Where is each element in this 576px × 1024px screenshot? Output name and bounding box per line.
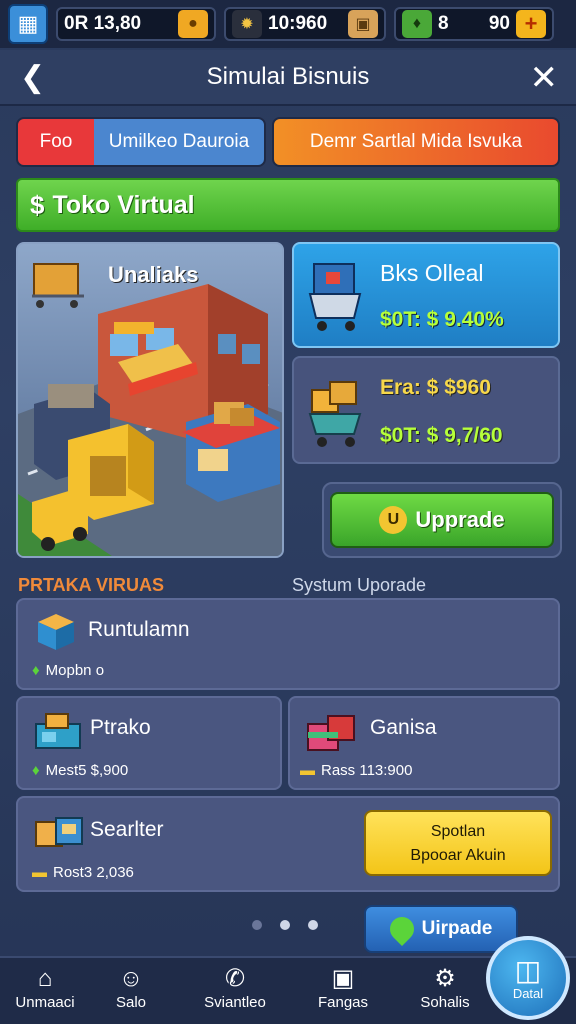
upgrade-secondary-label: Uirpade <box>421 918 493 939</box>
gear-coin-icon: ✹ <box>232 10 262 38</box>
tab-demr-label: Demr Sartlal Mida Isvuka <box>309 131 523 152</box>
data-fab-button[interactable]: ◫ Datal <box>486 936 570 1020</box>
gold-bag-icon: ● <box>178 10 208 38</box>
product-card-slate[interactable]: Era: $ $960 $0T: $ 9,7/60 <box>292 356 560 464</box>
store-banner: $ Toko Virtual <box>16 178 560 232</box>
page-dot[interactable] <box>308 920 318 930</box>
package-icon: ▣ <box>331 965 355 992</box>
row2-title: Ptrako <box>90 716 151 739</box>
upgrade-coin-icon: U <box>379 506 408 534</box>
product-card-blue[interactable]: Bks Olleal $0T: $ 9.40% <box>292 242 560 348</box>
nav-sohalis-label: Sohalis <box>420 994 470 1011</box>
crate-icon: ▣ <box>348 10 378 38</box>
map-pin-icon <box>384 912 419 946</box>
upgrade-secondary-button[interactable]: Uirpade <box>364 905 518 953</box>
row2-sub-text: Mest5 $,900 <box>45 762 129 779</box>
screen-header: ❮ Simulai Bisnuis ✕ <box>0 50 576 106</box>
tab-demr[interactable]: Demr Sartlal Mida Isvuka <box>272 117 560 167</box>
section-right-title: Systum Uporade <box>292 575 427 595</box>
store-title: Toko Virtual <box>52 190 195 219</box>
phone-icon: ✆ <box>224 965 246 992</box>
cash-icon: ♦ <box>402 10 432 38</box>
fab-label: Datal <box>512 985 544 1001</box>
upgrade-button-label: Upprade <box>415 507 505 532</box>
nav-home-label: Unmaaci <box>15 994 75 1011</box>
gems-value: 10:960 <box>268 13 328 34</box>
row1-title: Runtulamn <box>88 618 190 641</box>
nav-sviantleo-label: Sviantleo <box>204 994 266 1011</box>
row2-sub: ♦ Mest5 $,900 <box>32 762 128 779</box>
player-avatar-icon[interactable]: ▦ <box>8 4 48 44</box>
gems-counter: ✹ 10:960 ▣ <box>224 7 386 41</box>
row3-sub-text: Rass 113:900 <box>321 762 413 779</box>
nav-sale-label: Salo <box>115 994 147 1011</box>
register-icon <box>32 710 84 754</box>
gift-boxes-icon <box>304 710 358 754</box>
gold-bar-icon: ▬ <box>300 762 315 779</box>
home-icon: ⌂ <box>37 965 53 992</box>
card2-line1: Era: $ $960 <box>380 376 491 399</box>
card1-stat: $0T: $ 9.40% <box>380 308 504 331</box>
money-value: 0R 13,80 <box>64 13 142 34</box>
cash-icon: ♦ <box>32 762 40 779</box>
cash-value: 8 <box>438 13 449 34</box>
back-arrow-icon[interactable]: ❮ <box>20 60 45 95</box>
plus-icon[interactable]: + <box>516 10 546 38</box>
tab-umilkeo-prefix: Foo <box>39 131 73 152</box>
row3-title: Ganisa <box>370 716 437 739</box>
crates-icon <box>34 808 86 852</box>
cash-swirl-icon: $ <box>30 189 45 220</box>
gold-bar-icon: ▬ <box>32 864 47 881</box>
upgrade-row-ganisa[interactable]: Ganisa ▬ Rass 113:900 <box>288 696 560 790</box>
box-icon <box>34 612 78 652</box>
row1-sub-text: Mopbn o <box>45 662 105 679</box>
upgrade-button[interactable]: U Upprade <box>330 492 554 548</box>
face-icon: ☺ <box>118 965 144 992</box>
page-dot-active[interactable] <box>280 920 290 930</box>
store-illustration: Unaliaks <box>16 242 284 558</box>
card2-line2: $0T: $ 9,7/60 <box>380 424 503 447</box>
resource-bar: ▦ 0R 13,80 ● ✹ 10:960 ▣ ♦ 8 90 + <box>0 0 576 48</box>
tab-umilkeo-label: Umilkeo Dauroia <box>108 131 250 152</box>
close-icon[interactable]: ✕ <box>530 58 559 98</box>
spotlan-button-line1: Spotlan <box>430 823 486 840</box>
section-left-title: PRTAKA VIRUAS <box>18 575 165 595</box>
money-counter: 0R 13,80 ● <box>56 7 216 41</box>
tab-umilkeo[interactable]: Foo Umilkeo Dauroia <box>16 117 266 167</box>
nav-home[interactable]: ⌂ Unmaaci <box>0 964 90 1011</box>
page-dot[interactable] <box>252 920 262 930</box>
city-scene <box>18 263 282 556</box>
nav-sohalis[interactable]: ⚙ Sohalis <box>400 964 490 1011</box>
nav-sale[interactable]: ☺ Salo <box>86 964 176 1011</box>
upgrade-row-searlter[interactable]: Searlter ▬ Rost3 2,036 Spotlan Bpooar Ak… <box>16 796 560 892</box>
trash-bucket-icon: ◫ <box>514 954 542 986</box>
row3-sub: ▬ Rass 113:900 <box>300 762 412 779</box>
cash-counter: ♦ 8 90 + <box>394 7 554 41</box>
card1-title: Bks Olleal <box>380 260 484 286</box>
page-title: Simulai Bisnuis <box>206 63 370 90</box>
scene-label: Unaliaks <box>108 262 199 287</box>
row4-title: Searlter <box>90 818 164 841</box>
spotlan-button[interactable]: Spotlan Bpooar Akuin <box>364 810 552 876</box>
nav-fangas-label: Fangas <box>317 994 369 1011</box>
page-indicator <box>252 920 318 930</box>
tab-bar: Foo Umilkeo Dauroia Demr Sartlal Mida Is… <box>16 117 560 169</box>
row1-sub: ♦ Mopbn o <box>32 662 104 679</box>
nav-fangas[interactable]: ▣ Fangas <box>298 964 388 1011</box>
shopping-cart-icon <box>306 258 364 332</box>
spotlan-button-line2: Bpooar Akuin <box>410 847 506 864</box>
nav-sviantleo[interactable]: ✆ Sviantleo <box>190 964 280 1011</box>
upgrade-row-runtulamn[interactable]: Runtulamn ♦ Mopbn o <box>16 598 560 690</box>
row4-sub-text: Rost3 2,036 <box>53 864 134 881</box>
cargo-cart-icon <box>306 374 364 448</box>
gear-icon: ⚙ <box>434 965 456 992</box>
row4-sub: ▬ Rost3 2,036 <box>32 864 134 881</box>
cash-icon: ♦ <box>32 662 40 679</box>
upgrade-row-ptrako[interactable]: Ptrako ♦ Mest5 $,900 <box>16 696 282 790</box>
energy-value: 90 <box>488 13 510 34</box>
